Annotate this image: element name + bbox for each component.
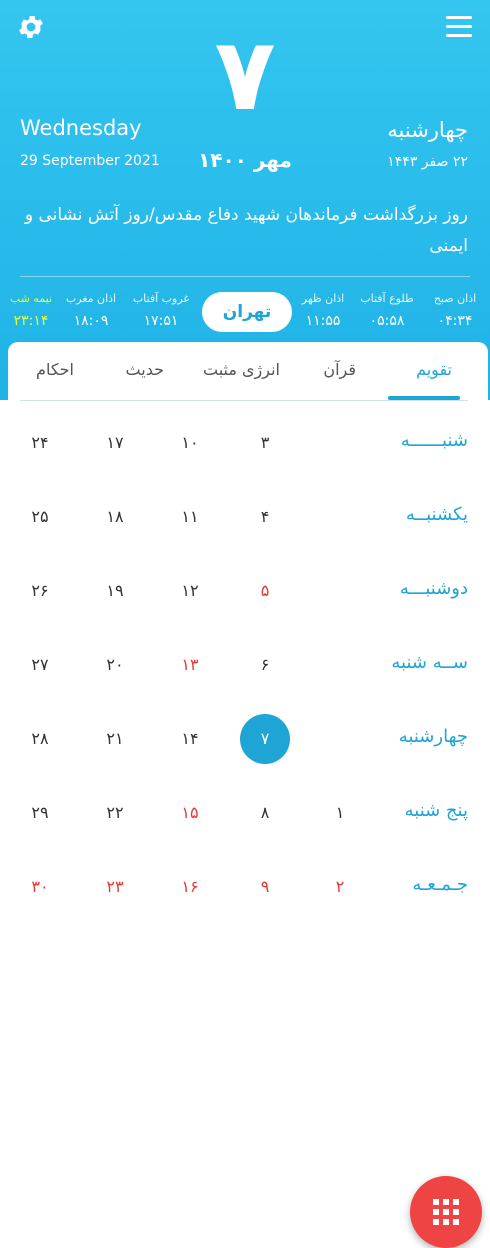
- prayer-time: ۰۵:۵۸: [369, 313, 405, 329]
- weekday-row-label: جـمـعـه: [412, 874, 468, 895]
- prayer-time: ۰۴:۳۴: [437, 313, 473, 329]
- calendar-day[interactable]: ۲۳: [90, 862, 140, 912]
- calendar-day[interactable]: ۲۴: [15, 418, 65, 468]
- weekday-row-label: یکشنبــه: [405, 504, 468, 525]
- weekday-en: Wednesday: [20, 116, 142, 140]
- city-button[interactable]: تهران: [202, 292, 292, 332]
- prayer-label: غروب آفتاب: [132, 292, 190, 305]
- tab-calendar[interactable]: تقویم: [416, 360, 452, 379]
- tab-bar: تقویم قرآن انرژی مثبت حدیث احکام: [20, 354, 468, 401]
- calendar-day[interactable]: ۱۳: [165, 640, 215, 690]
- calendar-day[interactable]: ۹: [240, 862, 290, 912]
- weekday-row-label: چهارشنبه: [398, 726, 468, 747]
- day-number: ۷: [214, 16, 276, 133]
- calendar-day[interactable]: ۲۱: [90, 714, 140, 764]
- tab-hadith[interactable]: حدیث: [126, 360, 164, 379]
- prayer-sunrise: طلوع آفتاب ۰۵:۵۸: [356, 292, 418, 329]
- calendar-day[interactable]: ۲۹: [15, 788, 65, 838]
- calendar-day[interactable]: ۱۴: [165, 714, 215, 764]
- calendar-day[interactable]: ۴: [240, 492, 290, 542]
- calendar-day[interactable]: ۲۰: [90, 640, 140, 690]
- calendar-day[interactable]: ۶: [240, 640, 290, 690]
- calendar-day[interactable]: ۱۶: [165, 862, 215, 912]
- header: ۷ Wednesday چهارشنبه 29 September 2021 م…: [0, 0, 490, 400]
- content-card: تقویم قرآن انرژی مثبت حدیث احکام شنبــــ…: [8, 342, 488, 1248]
- calendar-day-today[interactable]: ۷: [240, 714, 290, 764]
- prayer-time: ۲۳:۱۴: [13, 313, 49, 329]
- grid-menu-button[interactable]: [410, 1176, 482, 1248]
- divider: [20, 276, 470, 277]
- occasion-text: روز بزرگداشت فرماندهان شهید دفاع مقدس/رو…: [24, 205, 468, 256]
- prayer-midnight: نیمه شب ۲۳:۱۴: [0, 292, 62, 329]
- prayer-label: اذان ظهر: [301, 292, 345, 305]
- calendar-day[interactable]: ۲: [315, 862, 365, 912]
- calendar-day[interactable]: ۱۵: [165, 788, 215, 838]
- calendar-day[interactable]: ۱۰: [165, 418, 215, 468]
- tab-rulings[interactable]: احکام: [36, 360, 74, 379]
- prayer-label: اذان صبح: [433, 292, 477, 305]
- calendar-day[interactable]: ۳۰: [15, 862, 65, 912]
- calendar-day[interactable]: ۵: [240, 566, 290, 616]
- calendar-day[interactable]: ۸: [240, 788, 290, 838]
- calendar-day[interactable]: ۱۹: [90, 566, 140, 616]
- prayer-sunset: غروب آفتاب ۱۷:۵۱: [130, 292, 192, 329]
- weekday-row-label: دوشنبـــه: [399, 578, 468, 599]
- tab-quran[interactable]: قرآن: [323, 360, 356, 379]
- calendar-day[interactable]: ۱۸: [90, 492, 140, 542]
- calendar-day[interactable]: ۲۶: [15, 566, 65, 616]
- prayer-maghrib: اذان مغرب ۱۸:۰۹: [60, 292, 122, 329]
- prayer-time: ۱۷:۵۱: [143, 313, 179, 329]
- prayer-label: اذان مغرب: [65, 292, 117, 305]
- calendar-day[interactable]: ۱: [315, 788, 365, 838]
- active-tab-indicator: [388, 396, 460, 400]
- calendar-day[interactable]: ۲۸: [15, 714, 65, 764]
- calendar-day[interactable]: ۱۲: [165, 566, 215, 616]
- calendar-day[interactable]: ۱۷: [90, 418, 140, 468]
- date-hijri: ۲۲ صفر ۱۴۴۳: [387, 154, 468, 170]
- weekday-row-label: پنج شنبه: [404, 800, 468, 821]
- prayer-label: طلوع آفتاب: [360, 292, 414, 305]
- calendar-day[interactable]: ۳: [240, 418, 290, 468]
- tab-positive-energy[interactable]: انرژی مثبت: [203, 360, 280, 379]
- prayer-label: نیمه شب: [9, 292, 53, 305]
- calendar-day[interactable]: ۱۱: [165, 492, 215, 542]
- prayer-dhuhr: اذان ظهر ۱۱:۵۵: [292, 292, 354, 329]
- prayer-time: ۱۱:۵۵: [305, 313, 341, 329]
- prayer-fajr: اذان صبح ۰۴:۳۴: [424, 292, 486, 329]
- weekday-fa: چهارشنبه: [387, 118, 468, 142]
- calendar-day[interactable]: ۲۲: [90, 788, 140, 838]
- weekday-row-label: شنبــــــه: [400, 430, 468, 451]
- calendar-day[interactable]: ۲۷: [15, 640, 65, 690]
- calendar-day[interactable]: ۲۵: [15, 492, 65, 542]
- weekday-row-label: ســه شنبه: [391, 652, 468, 673]
- prayer-time: ۱۸:۰۹: [73, 313, 109, 329]
